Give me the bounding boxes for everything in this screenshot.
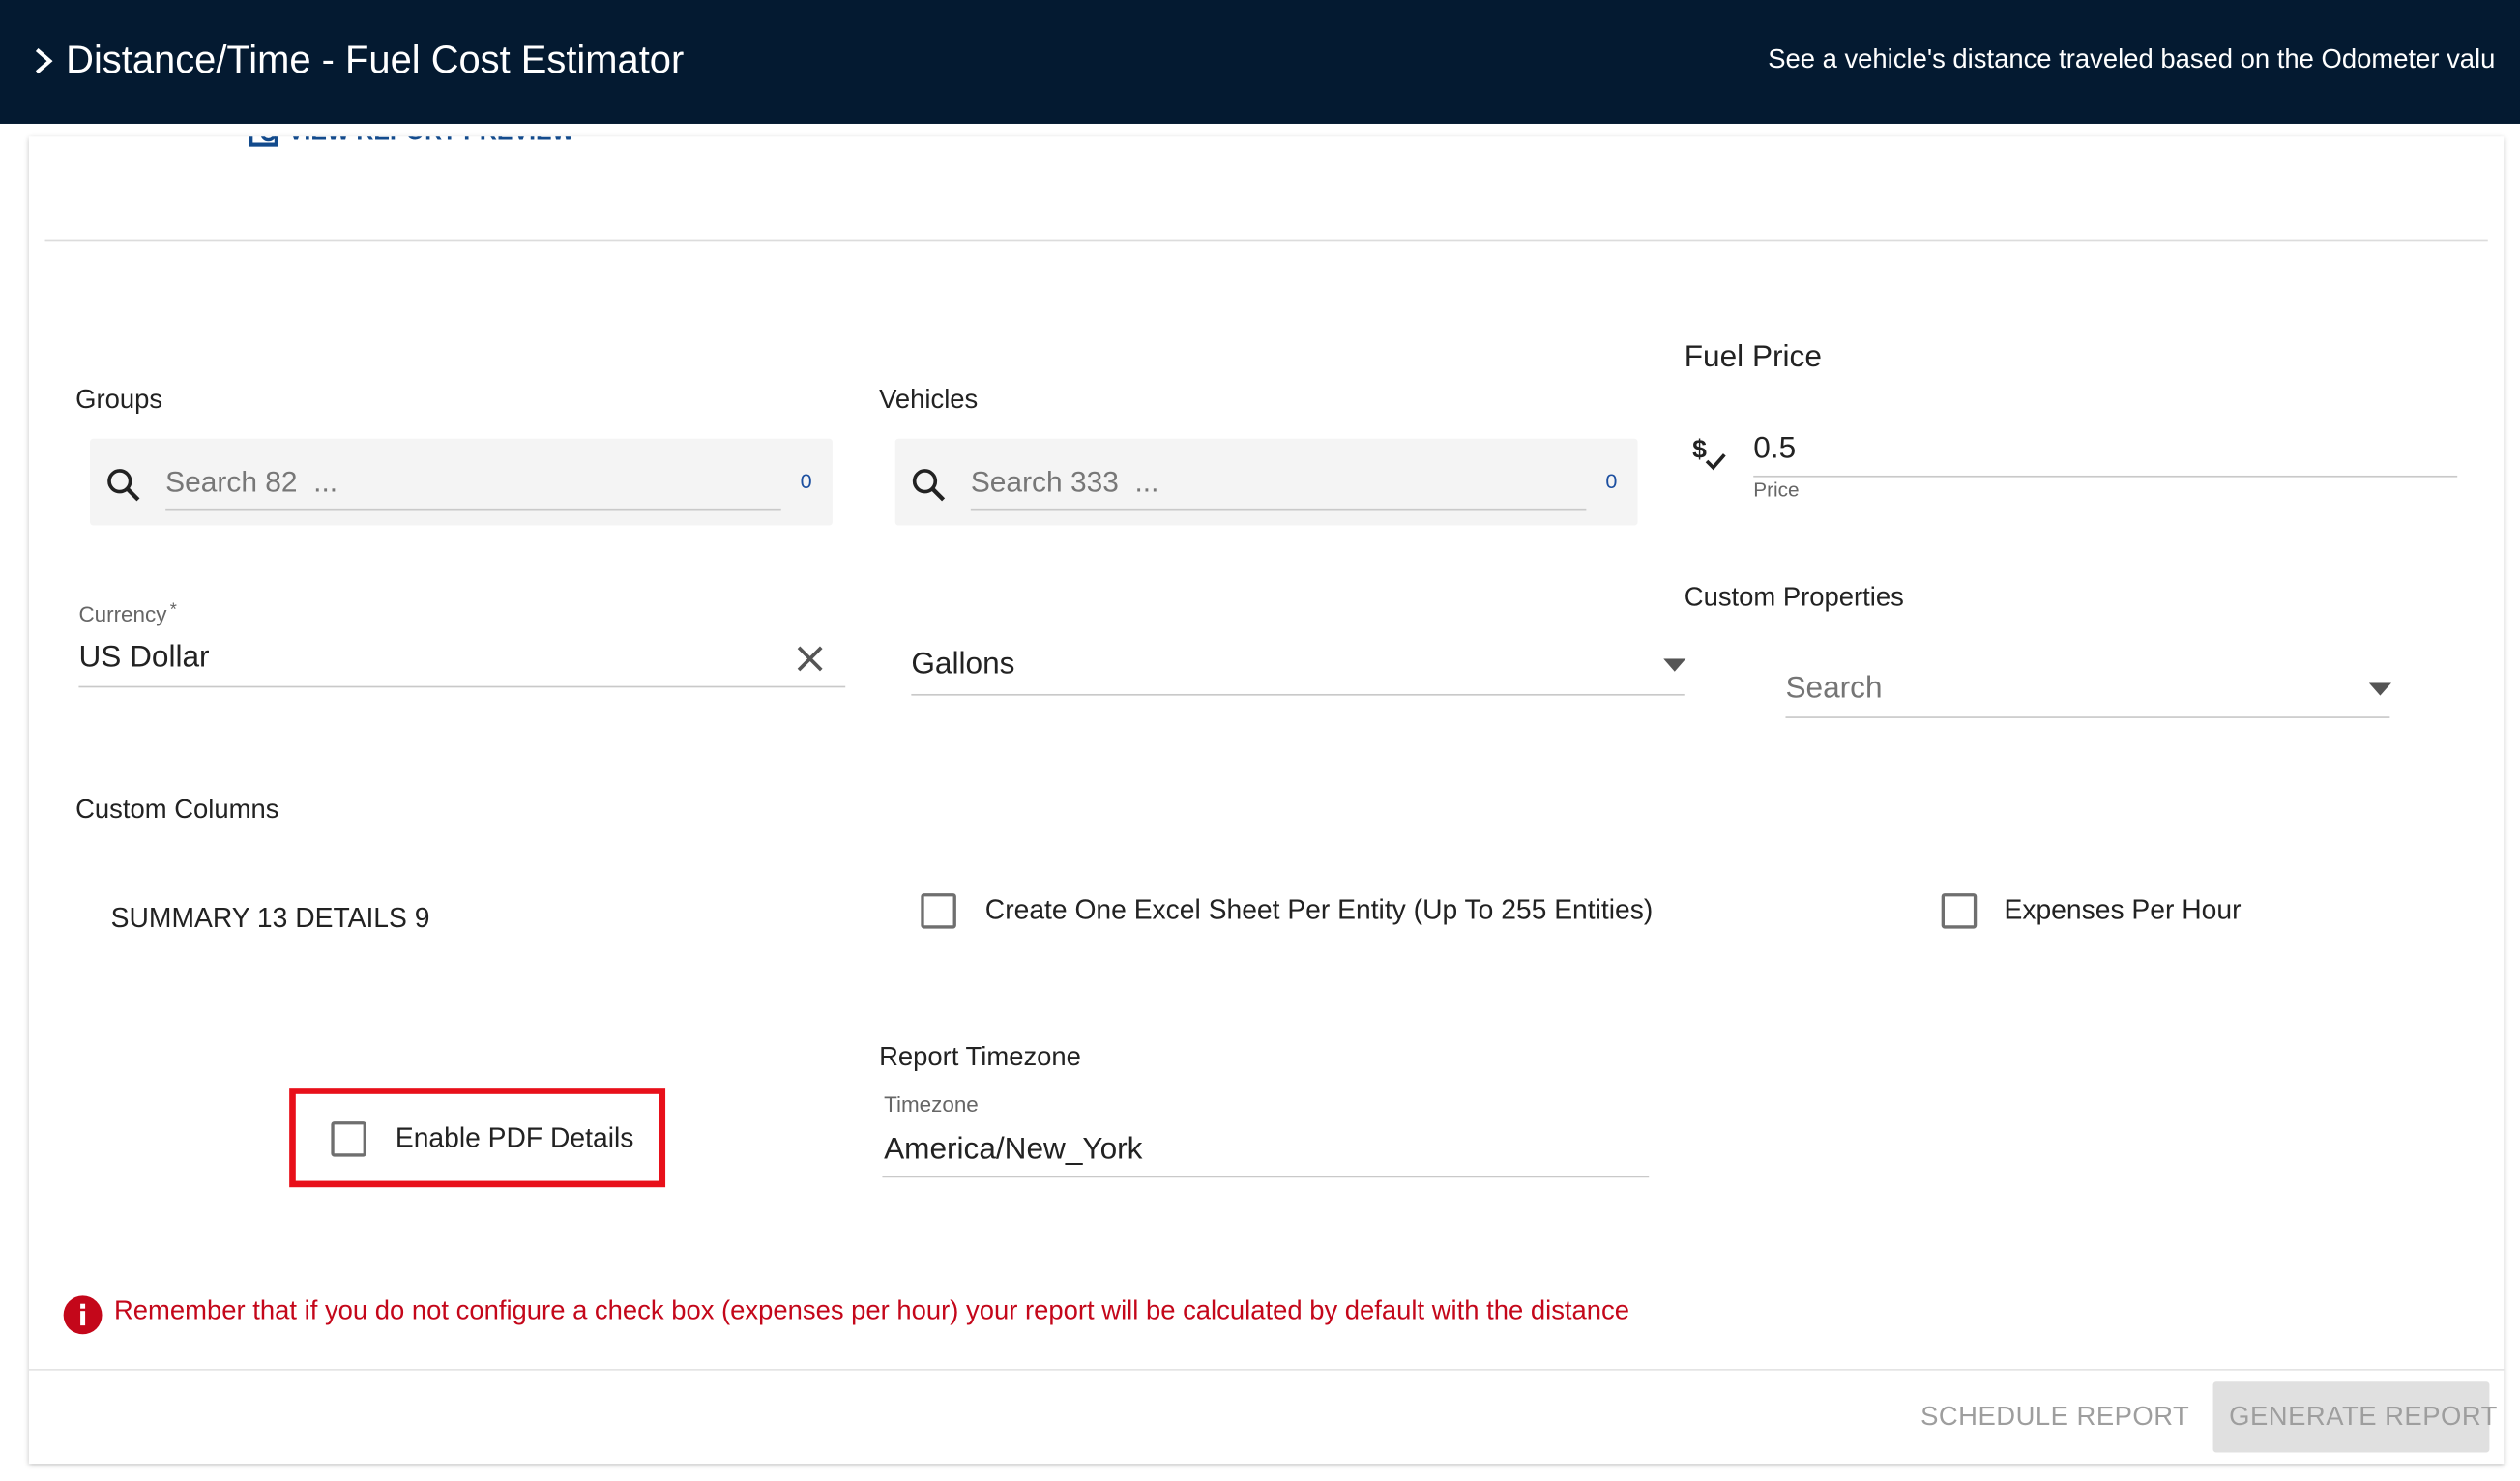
fuel-price-underline [1753, 475, 2458, 478]
timezone-field-label: Timezone [884, 1092, 979, 1118]
required-asterisk: * [169, 600, 177, 621]
preview-icon [249, 136, 278, 147]
schedule-report-button[interactable]: SCHEDULE REPORT [1920, 1403, 2189, 1434]
currency-input[interactable] [78, 637, 771, 681]
info-icon [63, 1295, 103, 1335]
groups-search-box[interactable]: 0 [90, 438, 833, 526]
chevron-right-icon[interactable] [32, 45, 54, 77]
expenses-per-hour-label: Expenses Per Hour [2004, 894, 2242, 926]
view-report-preview-label: VIEW REPORT PREVIEW [288, 136, 574, 146]
dollar-check-icon: $ [1692, 435, 1726, 471]
report-description: See a vehicle's distance traveled based … [1768, 44, 2496, 74]
groups-selected-count: 0 [800, 469, 812, 494]
enable-pdf-details-label: Enable PDF Details [395, 1122, 634, 1154]
currency-label: Currency * [78, 601, 176, 627]
svg-text:$: $ [1692, 435, 1707, 464]
unit-select-value[interactable]: Gallons [911, 648, 1014, 683]
vehicles-label: Vehicles [879, 385, 979, 415]
excel-per-entity-checkbox[interactable] [921, 893, 956, 929]
page-title: Distance/Time - Fuel Cost Estimator [66, 38, 685, 82]
groups-search-underline [165, 508, 781, 511]
currency-underline [78, 685, 846, 688]
fuel-price-helper-text: Price [1753, 479, 1800, 502]
groups-label: Groups [75, 385, 163, 415]
custom-properties-underline [1785, 716, 2390, 718]
generate-report-button[interactable]: GENERATE REPORT [2212, 1381, 2497, 1453]
vehicles-selected-count: 0 [1605, 469, 1618, 494]
fuel-price-input[interactable] [1753, 427, 2445, 473]
top-bar: Distance/Time - Fuel Cost Estimator See … [0, 0, 2520, 124]
fuel-price-label: Fuel Price [1684, 340, 1822, 375]
timezone-underline [882, 1176, 1650, 1178]
footer-divider [28, 1369, 2505, 1371]
custom-columns-summary[interactable]: SUMMARY 13 DETAILS 9 [111, 903, 430, 935]
custom-properties-label: Custom Properties [1684, 583, 1904, 613]
search-icon [107, 469, 140, 502]
dropdown-arrow-icon[interactable] [1663, 658, 1686, 673]
custom-columns-label: Custom Columns [75, 795, 279, 825]
dropdown-arrow-icon[interactable] [2368, 682, 2392, 697]
vehicles-search-box[interactable]: 0 [894, 438, 1638, 526]
divider [44, 239, 2488, 242]
groups-search-input[interactable] [165, 459, 696, 505]
currency-label-text: Currency [78, 602, 167, 627]
search-icon [912, 469, 946, 502]
generate-report-label: GENERATE REPORT [2229, 1402, 2498, 1432]
warning-message: Remember that if you do not configure a … [114, 1296, 1630, 1326]
custom-properties-search-input[interactable] [1785, 668, 2316, 711]
report-card: VIEW REPORT PREVIEW Groups 0 Vehicles 0 [28, 136, 2505, 1465]
excel-per-entity-label: Create One Excel Sheet Per Entity (Up To… [984, 894, 1654, 926]
vehicles-search-underline [970, 508, 1587, 511]
report-timezone-label: Report Timezone [879, 1042, 1081, 1072]
close-icon[interactable] [794, 643, 826, 675]
enable-pdf-details-checkbox[interactable] [331, 1121, 366, 1157]
unit-select-underline [911, 693, 1685, 696]
timezone-input[interactable] [884, 1129, 1640, 1172]
vehicles-search-input[interactable] [970, 459, 1502, 505]
expenses-per-hour-checkbox[interactable] [1941, 893, 1978, 929]
view-report-preview-link[interactable]: VIEW REPORT PREVIEW [249, 136, 574, 149]
